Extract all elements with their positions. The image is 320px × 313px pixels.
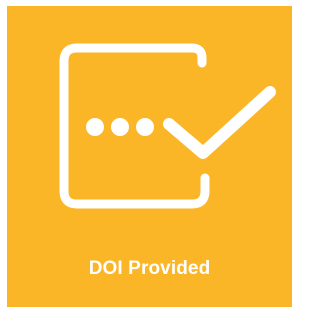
doi-provided-tile[interactable]: DOI Provided xyxy=(7,6,292,307)
ellipsis-check-document-icon xyxy=(59,43,276,209)
tile-label: DOI Provided xyxy=(88,258,211,279)
dot-2 xyxy=(111,118,129,136)
dot-3 xyxy=(136,118,154,136)
checkmark xyxy=(163,86,276,159)
document-outline xyxy=(59,43,210,209)
dot-1 xyxy=(86,118,104,136)
